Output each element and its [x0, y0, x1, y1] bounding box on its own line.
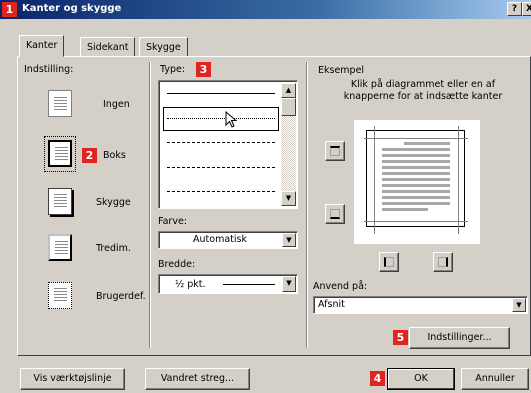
ok-button[interactable]: OK [387, 368, 455, 390]
callout-badge-3: 3 [196, 62, 211, 77]
line-style-solid[interactable] [167, 93, 275, 94]
mouse-pointer-icon [225, 111, 238, 128]
scroll-up-icon[interactable]: ▲ [281, 83, 296, 98]
style-header: Type: [160, 64, 186, 75]
callout-badge-5: 5 [393, 330, 408, 345]
preview-guide-bottom [364, 221, 468, 222]
line-style-selection [163, 107, 279, 131]
preview-guide-right [458, 126, 459, 234]
left-border-icon[interactable] [379, 252, 399, 272]
borders-and-shading-dialog: 1 Kanter og skygge ? X Kanter Sidekant S… [0, 0, 531, 393]
tab-page-border-label: Sidekant [87, 42, 129, 53]
preview-diagram[interactable] [354, 120, 480, 244]
help-button[interactable]: ? [507, 2, 522, 16]
3d-border-icon[interactable] [48, 234, 72, 261]
setting-custom-label[interactable]: Brugerdef. [96, 291, 146, 302]
setting-box-label[interactable]: Boks [103, 150, 126, 161]
none-border-icon[interactable] [48, 90, 72, 117]
preview-guide-left [374, 126, 375, 234]
line-style-long-dash[interactable] [167, 167, 275, 168]
setting-header: Indstilling: [24, 64, 74, 75]
box-border-icon[interactable] [48, 140, 72, 167]
color-value: Automatisk [193, 234, 247, 245]
line-style-dotted[interactable] [167, 118, 275, 119]
tab-borders[interactable]: Kanter [19, 35, 65, 57]
callout-badge-1: 1 [2, 2, 17, 17]
cancel-button[interactable]: Annuller [461, 368, 529, 390]
setting-3d-label[interactable]: Tredim. [96, 243, 131, 254]
line-style-dash-dot[interactable] [167, 191, 275, 192]
callout-badge-2: 2 [82, 148, 97, 163]
horizontal-line-button[interactable]: Vandret streg... [145, 368, 250, 390]
setting-none-label[interactable]: Ingen [103, 99, 130, 110]
bottom-border-icon[interactable] [325, 204, 345, 224]
apply-to-value: Afsnit [318, 299, 345, 310]
color-select[interactable]: Automatisk ▼ [158, 231, 298, 249]
window-title: Kanter og skygge [22, 3, 122, 14]
line-style-list[interactable]: ▲ ▼ [158, 80, 298, 209]
scroll-thumb[interactable] [281, 98, 296, 116]
custom-border-icon[interactable] [48, 282, 72, 309]
width-sample-line [223, 284, 275, 285]
chevron-down-icon[interactable]: ▼ [282, 276, 296, 292]
chevron-down-icon[interactable]: ▼ [512, 298, 526, 312]
color-label: Farve: [158, 216, 187, 227]
right-border-icon[interactable] [433, 252, 453, 272]
width-select[interactable]: ½ pkt. ▼ [158, 274, 298, 294]
chevron-down-icon[interactable]: ▼ [282, 233, 296, 247]
preview-instructions: Klik på diagrammet eller en af knapperne… [343, 79, 503, 102]
width-label: Bredde: [158, 259, 196, 270]
top-border-icon[interactable] [325, 141, 345, 161]
column-divider-right [306, 62, 308, 348]
options-button[interactable]: Indstillinger... [409, 327, 510, 349]
apply-to-label: Anvend på: [313, 281, 368, 292]
line-style-dashed[interactable] [167, 142, 275, 143]
apply-to-select[interactable]: Afsnit ▼ [313, 296, 528, 314]
tab-shading-label: Skygge [146, 42, 181, 53]
tab-shading[interactable]: Skygge [139, 37, 188, 57]
tab-borders-label: Kanter [26, 40, 58, 51]
close-button[interactable]: X [522, 2, 531, 16]
preview-guide-top [364, 138, 468, 139]
show-toolbar-button[interactable]: Vis værktøjslinje [20, 368, 125, 390]
shadow-border-icon[interactable] [48, 188, 72, 215]
column-divider-left [149, 62, 151, 348]
callout-badge-4: 4 [370, 371, 385, 386]
preview-header: Eksempel [318, 65, 365, 76]
setting-shadow-label[interactable]: Skygge [96, 197, 131, 208]
scroll-down-icon[interactable]: ▼ [281, 191, 296, 206]
tab-page-border[interactable]: Sidekant [80, 37, 136, 57]
width-value: ½ pkt. [175, 279, 206, 290]
